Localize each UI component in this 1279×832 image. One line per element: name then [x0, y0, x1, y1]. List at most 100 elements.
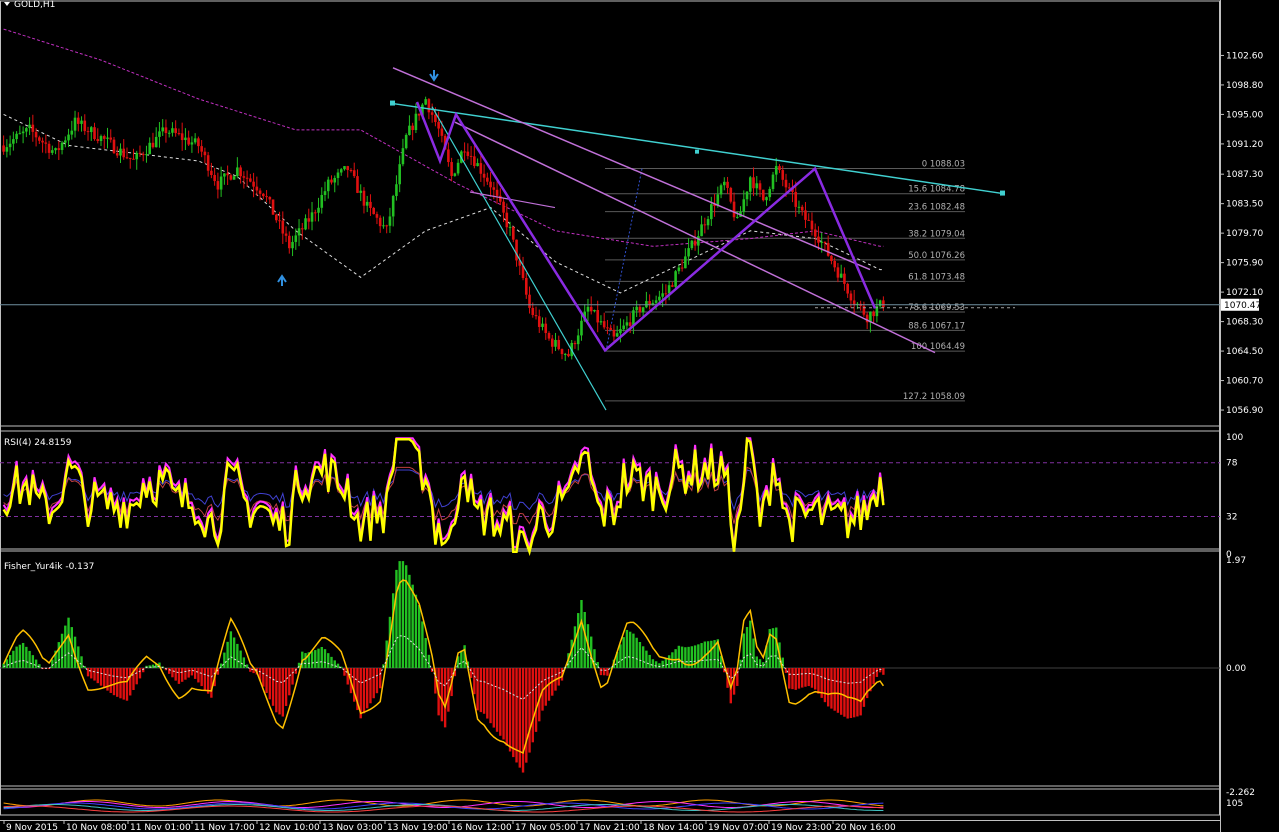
candle-body: [453, 173, 457, 176]
fisher-bar: [697, 644, 700, 668]
price-axis: 1102.60 1098.80 1095.00 1091.20 1087.30 1083.…: [1220, 51, 1263, 416]
buy-arrow-icon: [277, 274, 287, 286]
candle-body: [73, 117, 77, 131]
candle-body: [346, 166, 350, 171]
candle-body: [320, 194, 324, 208]
candle-body: [158, 131, 161, 137]
fisher-bar: [96, 667, 99, 684]
fisher-bar: [801, 667, 804, 688]
fisher-bar: [645, 650, 648, 668]
fisher-bar: [641, 646, 645, 668]
fisher-bar: [60, 633, 64, 668]
fisher-bar: [330, 656, 333, 668]
fisher-bar: [151, 664, 155, 668]
trend-lines: [0, 67, 1220, 411]
fisher-bar: [775, 627, 778, 668]
fisher-bar: [288, 667, 291, 696]
candle-body: [726, 181, 729, 188]
candle-body: [440, 128, 444, 136]
candle-body: [203, 151, 207, 156]
candle-body: [537, 316, 541, 327]
chart-canvas[interactable]: 0 1088.0315.6 1084.7823.6 1082.4838.2 10…: [0, 0, 1279, 832]
candle-body: [2, 145, 5, 152]
fisher-bar: [674, 649, 677, 668]
fisher-bar: [583, 611, 586, 668]
candle-body: [356, 176, 359, 193]
fisher-bar: [638, 642, 642, 668]
candle-body: [44, 142, 48, 144]
candle-body: [606, 327, 609, 329]
candle-body: [99, 136, 103, 142]
fisher-bar: [67, 617, 70, 668]
fisher-bar: [310, 651, 314, 668]
fisher-bar: [758, 659, 762, 668]
candle-body: [654, 300, 658, 303]
fisher-bar: [401, 561, 405, 668]
candle-body: [148, 142, 152, 155]
candle-body: [748, 177, 752, 192]
candle-body: [278, 220, 281, 222]
fisher-bar: [395, 569, 398, 668]
candle-body: [476, 163, 479, 167]
current-price-label: 1070.47: [1224, 301, 1261, 311]
fib-level-label: 61.8 1073.48: [908, 272, 965, 282]
candle-body: [745, 191, 749, 200]
candle-body: [771, 174, 775, 189]
fisher-bar: [823, 667, 827, 703]
candle-body: [563, 353, 567, 355]
candle-body: [60, 142, 64, 150]
candle-body: [878, 300, 882, 307]
price-tick-label: 1056.90: [1226, 406, 1263, 416]
candle-body: [710, 204, 713, 220]
candle-body: [817, 236, 820, 243]
fisher-bar: [281, 667, 285, 717]
fisher-bar: [12, 650, 15, 668]
candle-body: [531, 307, 535, 316]
fisher-bar: [125, 667, 129, 701]
fisher-bar: [323, 649, 327, 668]
sell-arrow-icon: [429, 70, 439, 82]
candle-body: [115, 153, 119, 156]
price-tick-label: 1072.10: [1226, 288, 1263, 298]
time-tick-label: 13 Nov 03:00: [322, 823, 383, 832]
fisher-bar: [366, 667, 369, 709]
fisher-bar: [476, 667, 479, 711]
candle-body: [255, 186, 259, 191]
panel-frames: [0, 0, 1221, 832]
candle-body: [38, 137, 41, 141]
rsi-lines: 10078320: [0, 433, 1243, 560]
candle-body: [184, 137, 187, 141]
zigzag-pattern: [415, 101, 877, 353]
fisher-bar: [557, 667, 560, 686]
candle-body: [755, 183, 759, 189]
candle-body: [398, 164, 401, 185]
candle-body: [528, 294, 531, 308]
rsi-mid-line: [3, 466, 884, 525]
fisher-bar: [814, 667, 817, 690]
candle-body: [5, 147, 9, 152]
candle-body: [307, 218, 311, 222]
fast-ma-line: [3, 113, 884, 294]
candle-body: [177, 133, 181, 135]
fisher-bar: [2, 663, 5, 668]
candle-body: [573, 342, 577, 345]
fisher-bar: [628, 631, 632, 668]
candle-body: [615, 333, 619, 337]
candle-body: [560, 349, 564, 355]
candle-body: [612, 329, 616, 337]
fisher-bar: [187, 667, 190, 678]
candle-body: [112, 139, 116, 154]
candle-body: [826, 243, 830, 256]
fisher-bar: [525, 667, 528, 763]
fisher-bar: [849, 667, 853, 719]
mt4-chart-window: 0 1088.03 15.6 1084.78 23.6 1082.48 38.2 10…: [0, 0, 1279, 832]
fisher-bar: [414, 594, 418, 668]
candle-body: [849, 293, 853, 301]
price-tick-label: 1068.30: [1226, 318, 1263, 328]
candle-body: [469, 155, 473, 157]
candle-body: [797, 206, 801, 208]
candle-body: [226, 173, 229, 176]
candle-body: [265, 196, 268, 198]
rsi-tick-label: 32: [1226, 513, 1237, 523]
fisher-bar: [122, 667, 125, 700]
